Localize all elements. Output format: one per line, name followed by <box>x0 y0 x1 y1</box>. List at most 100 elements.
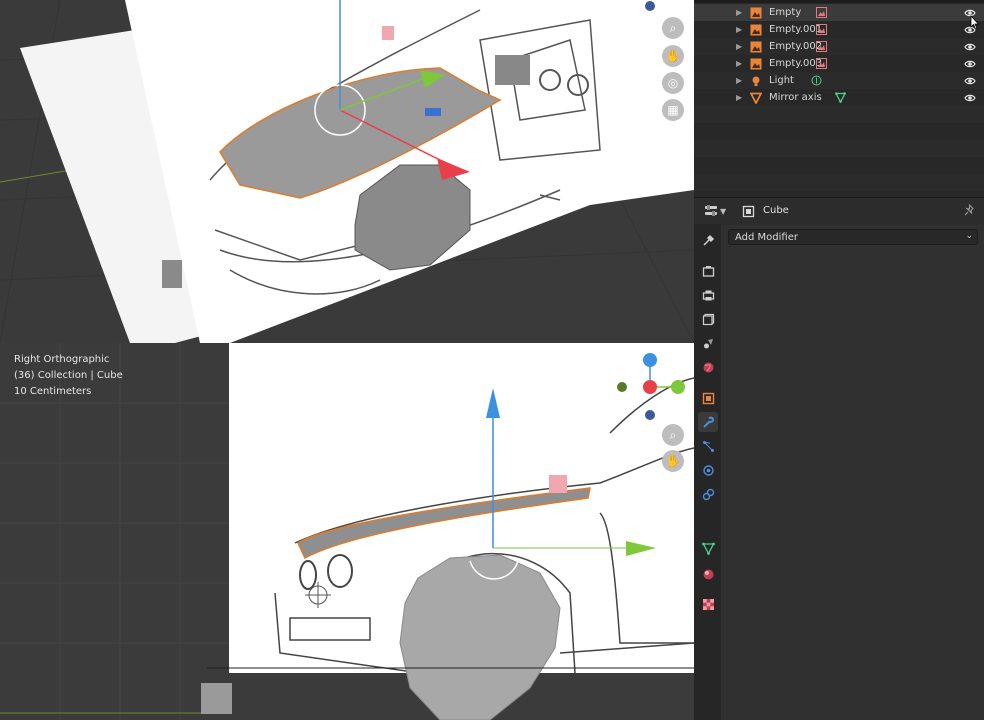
constraints-icon <box>702 488 714 500</box>
tab-data[interactable] <box>698 538 718 558</box>
zoom-view-button-bottom[interactable]: ⌕ <box>662 424 684 446</box>
tool-icon <box>702 234 714 246</box>
tab-world[interactable] <box>698 357 718 377</box>
pan-view-button[interactable]: ✋ <box>662 45 684 67</box>
light-icon <box>752 76 760 86</box>
outliner-item-empty-002[interactable]: ▶ Empty.002 <box>694 38 984 55</box>
outliner-empty-row <box>694 174 984 191</box>
texture-icon <box>702 598 714 610</box>
image-empty-icon <box>750 58 762 69</box>
view-name: Right Orthographic <box>14 354 110 365</box>
tab-view-layer[interactable] <box>698 309 718 329</box>
xz-plane-handle <box>382 26 394 40</box>
eye-icon[interactable] <box>964 41 976 53</box>
gizmo-axis-neg-z-side <box>645 410 655 420</box>
pin-icon[interactable] <box>963 204 976 217</box>
image-data-icon[interactable] <box>816 41 827 52</box>
tab-texture[interactable] <box>698 594 718 614</box>
camera-view-button[interactable]: ◎ <box>662 72 684 94</box>
properties-editor-icon <box>705 205 717 216</box>
expand-arrow-icon[interactable]: ▶ <box>736 93 742 102</box>
mesh-object-icon <box>750 92 762 104</box>
expand-arrow-icon[interactable]: ▶ <box>736 25 742 34</box>
grille-detail <box>495 55 530 85</box>
tab-physics[interactable] <box>698 460 718 480</box>
output-icon <box>702 290 714 300</box>
eye-icon[interactable] <box>964 92 976 104</box>
expand-arrow-icon[interactable]: ▶ <box>736 42 742 51</box>
viewport-info-overlay: Right Orthographic (36) Collection | Cub… <box>14 352 123 400</box>
tab-constraints[interactable] <box>698 484 718 504</box>
outliner-item-empty-001[interactable]: ▶ Empty.001 <box>694 21 984 38</box>
material-icon <box>703 569 713 579</box>
gizmo-axis-y <box>671 380 685 394</box>
eye-icon[interactable] <box>964 58 976 70</box>
scene-icon <box>703 338 713 348</box>
eye-icon[interactable] <box>964 75 976 87</box>
outliner-item-label: Empty <box>769 7 802 18</box>
image-data-icon[interactable] <box>816 58 827 69</box>
outliner-item-label: Empty.003 <box>769 58 823 69</box>
mouse-cursor-icon <box>970 15 980 30</box>
image-empty-icon <box>750 24 762 35</box>
render-icon <box>702 265 714 277</box>
outliner-item-label: Mirror axis <box>769 92 822 103</box>
world-icon <box>703 362 713 372</box>
z-plane-handle <box>425 108 441 116</box>
gizmo-axis-neg-y <box>617 382 627 392</box>
physics-icon <box>702 464 714 476</box>
tab-output[interactable] <box>698 285 718 305</box>
viewport-perspective[interactable]: ⌕ ✋ ◎ ▦ <box>0 0 694 343</box>
gizmo-axis-z <box>643 353 657 367</box>
outliner-empty-row <box>694 140 984 157</box>
outliner-item-empty[interactable]: ▶ Empty <box>694 4 984 21</box>
wrench-icon <box>702 416 714 428</box>
pan-view-button-bottom[interactable]: ✋ <box>662 450 684 472</box>
image-empty-icon <box>750 7 762 18</box>
outliner-item-empty-003[interactable]: ▶ Empty.003 <box>694 55 984 72</box>
tab-material[interactable] <box>698 564 718 584</box>
perspective-scene <box>0 0 694 343</box>
light-data-icon[interactable] <box>811 75 822 86</box>
gizmo-axis-neg-z <box>645 1 655 11</box>
outliner-item-label: Empty.001 <box>769 24 823 35</box>
outliner-item-label: Empty.002 <box>769 41 823 52</box>
small-cube <box>162 260 182 288</box>
outliner-item-label: Light <box>769 75 794 86</box>
properties-header: ▼ Cube <box>694 197 984 225</box>
tab-tool[interactable] <box>698 230 718 250</box>
expand-arrow-icon[interactable]: ▶ <box>736 8 742 17</box>
mesh-data-icon[interactable] <box>835 92 846 103</box>
outliner-item-mirror-axis[interactable]: ▶ Mirror axis <box>694 89 984 106</box>
object-name: Cube <box>763 205 789 216</box>
gizmo-axis-x <box>643 380 657 394</box>
editor-type-selector[interactable]: ▼ <box>704 204 726 218</box>
collection-path: (36) Collection | Cube <box>14 370 123 381</box>
image-data-icon[interactable] <box>816 7 827 18</box>
image-empty-icon <box>750 41 762 52</box>
image-data-icon[interactable] <box>816 24 827 35</box>
viewport-right-orthographic[interactable]: Right Orthographic (36) Collection | Cub… <box>0 343 694 720</box>
tab-modifiers[interactable] <box>698 412 718 432</box>
chevron-down-icon: ▼ <box>720 206 727 216</box>
yz-plane-handle <box>549 475 567 493</box>
ortho-toggle-button[interactable]: ▦ <box>662 99 684 121</box>
expand-arrow-icon[interactable]: ▶ <box>736 76 742 85</box>
outliner-panel[interactable]: ▶ Empty ▶ Empty.001 ▶ Empty.002 ▶ Empty.… <box>694 0 984 197</box>
add-modifier-dropdown[interactable]: Add Modifier ⌄ <box>728 229 978 245</box>
expand-arrow-icon[interactable]: ▶ <box>736 59 742 68</box>
tab-render[interactable] <box>698 261 718 281</box>
zoom-view-button[interactable]: ⌕ <box>662 17 684 39</box>
tab-particles[interactable] <box>698 436 718 456</box>
outliner-empty-row <box>694 106 984 123</box>
properties-tab-strip <box>694 224 721 720</box>
add-modifier-label: Add Modifier <box>735 231 798 243</box>
tab-scene[interactable] <box>698 333 718 353</box>
outliner-item-light[interactable]: ▶ Light <box>694 72 984 89</box>
tab-object[interactable] <box>698 388 718 408</box>
properties-editor[interactable]: ▼ Cube Add Modifier ⌄ <box>694 197 984 720</box>
particles-icon <box>702 440 714 452</box>
chevron-down-icon: ⌄ <box>965 231 973 241</box>
object-properties-icon <box>702 392 714 404</box>
grid-scale: 10 Centimeters <box>14 386 92 397</box>
